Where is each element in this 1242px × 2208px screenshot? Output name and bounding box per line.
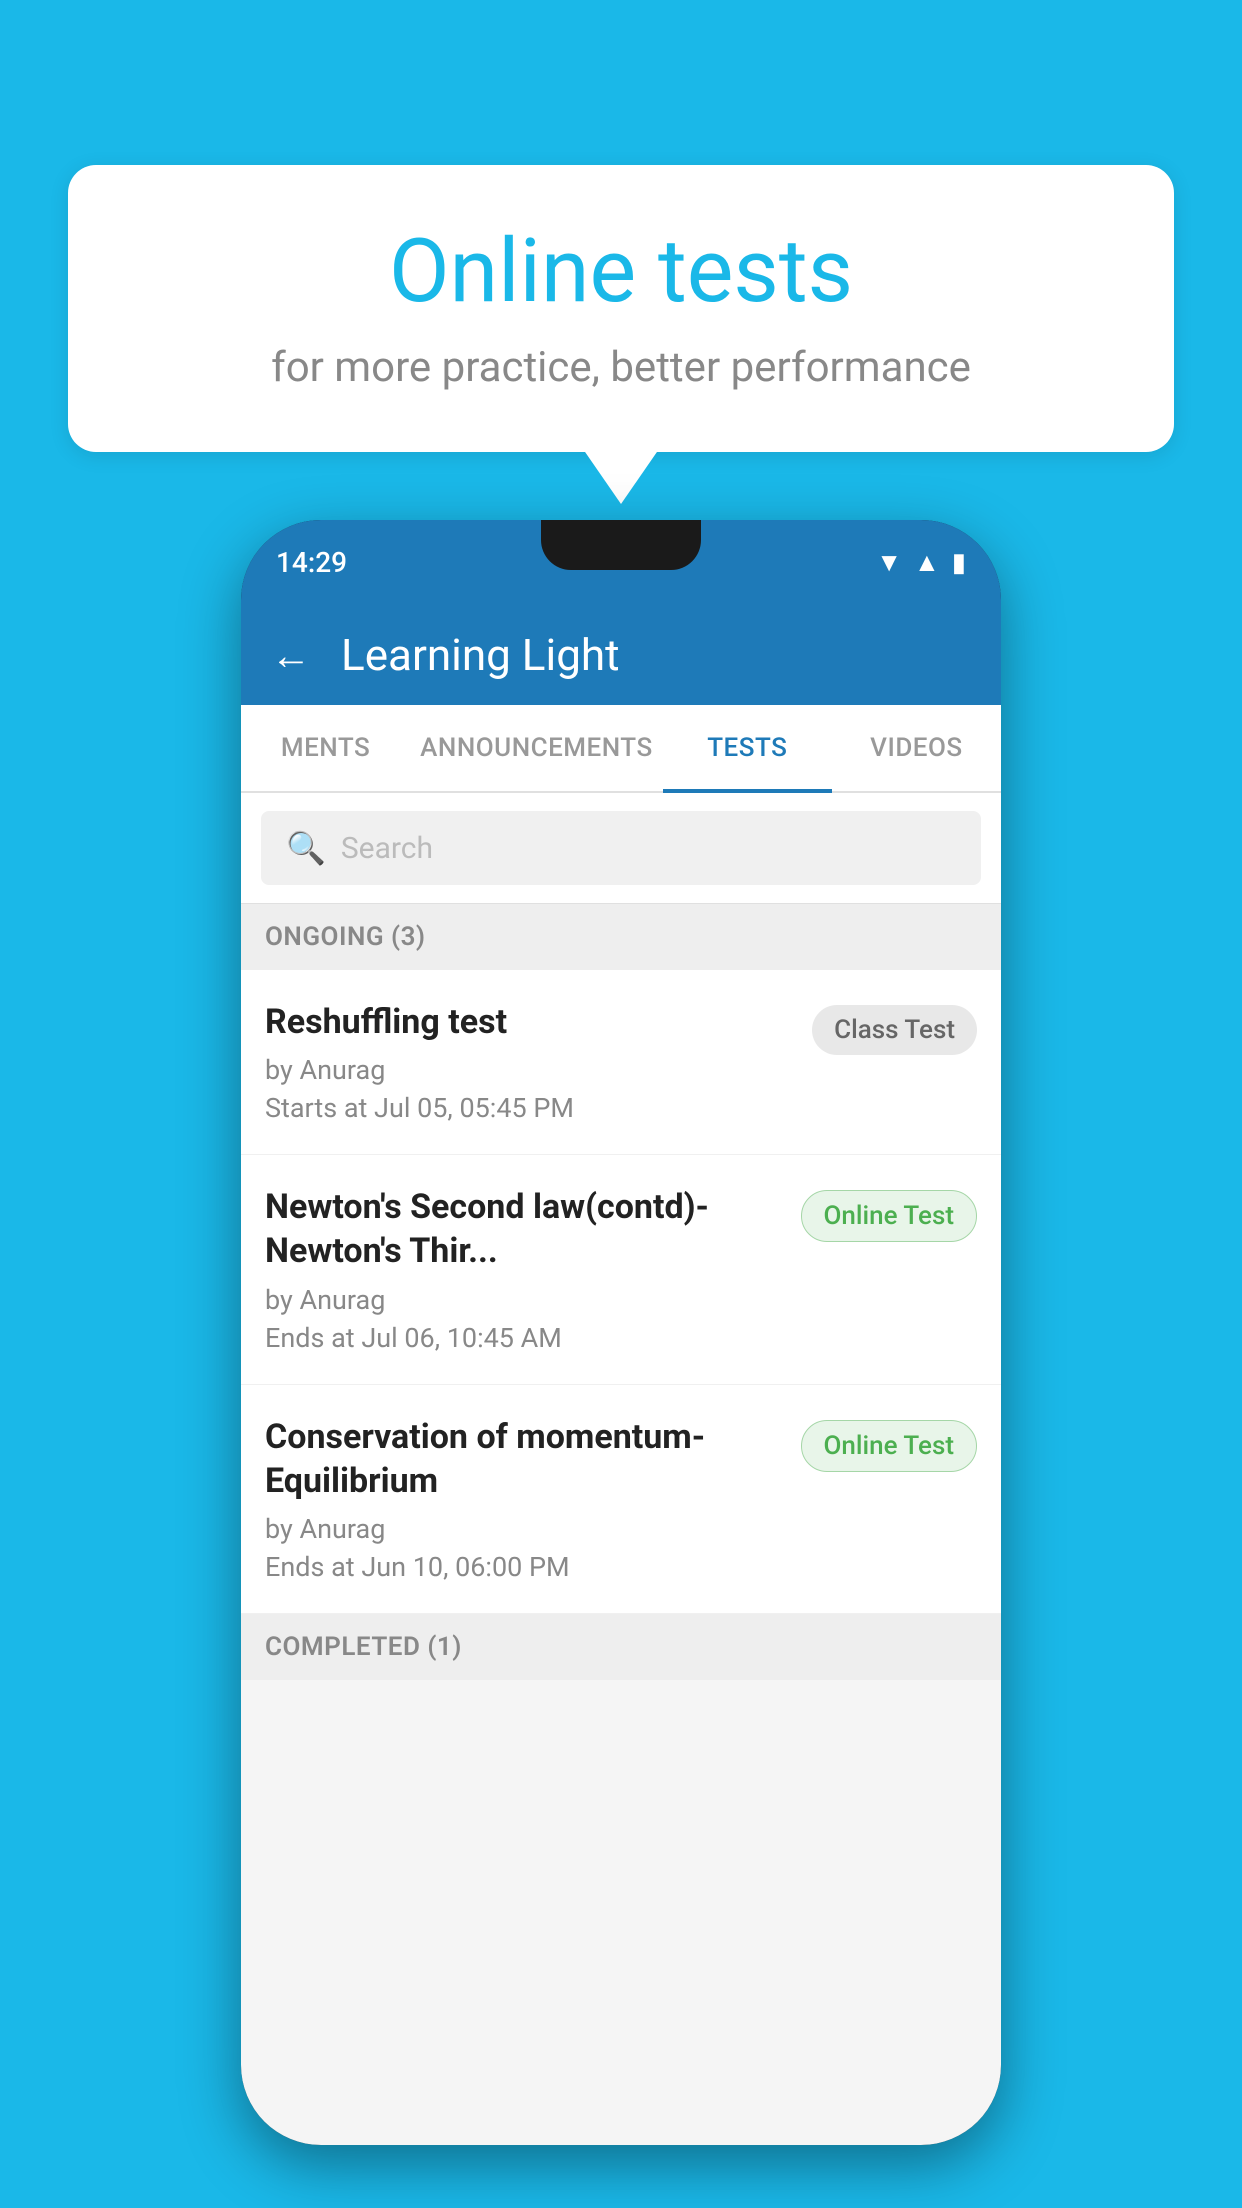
signal-icon: ▲ [914,547,940,578]
test-by: by Anurag [265,1054,797,1086]
phone-frame: 14:29 ▼ ▲ ▮ ← Learning Light MENTS [241,520,1001,2145]
test-date: Starts at Jul 05, 05:45 PM [265,1092,797,1124]
test-info: Newton's Second law(contd)-Newton's Thir… [265,1185,786,1353]
status-icons: ▼ ▲ ▮ [876,547,966,578]
search-bar[interactable]: 🔍 Search [261,811,981,885]
tab-videos[interactable]: VIDEOS [832,705,1001,791]
tab-tests[interactable]: TESTS [663,705,832,791]
test-item-reshuffling[interactable]: Reshuffling test by Anurag Starts at Jul… [241,970,1001,1155]
status-time: 14:29 [276,546,347,579]
ongoing-section-header: ONGOING (3) [241,904,1001,970]
test-name: Conservation of momentum-Equilibrium [265,1415,786,1503]
search-icon: 🔍 [286,829,326,867]
app-header: ← Learning Light [241,605,1001,705]
test-item-newton[interactable]: Newton's Second law(contd)-Newton's Thir… [241,1155,1001,1384]
test-date: Ends at Jun 10, 06:00 PM [265,1551,786,1583]
tabs-bar: MENTS ANNOUNCEMENTS TESTS VIDEOS [241,705,1001,793]
bubble-title: Online tests [128,220,1114,323]
search-placeholder: Search [341,831,433,866]
test-badge-class: Class Test [812,1005,977,1055]
test-item-conservation[interactable]: Conservation of momentum-Equilibrium by … [241,1385,1001,1614]
back-button[interactable]: ← [271,632,311,679]
battery-icon: ▮ [952,548,966,578]
test-badge-online-2: Online Test [801,1420,978,1472]
completed-section-header: COMPLETED (1) [241,1614,1001,1680]
test-badge-online: Online Test [801,1190,978,1242]
test-by: by Anurag [265,1284,786,1316]
tab-announcements[interactable]: ANNOUNCEMENTS [410,705,663,791]
bubble-subtitle: for more practice, better performance [128,343,1114,392]
test-name: Newton's Second law(contd)-Newton's Thir… [265,1185,786,1273]
app-content: ← Learning Light MENTS ANNOUNCEMENTS TES… [241,605,1001,2145]
app-title: Learning Light [341,629,620,681]
phone-screen: 14:29 ▼ ▲ ▮ ← Learning Light MENTS [241,520,1001,2145]
phone-mockup: 14:29 ▼ ▲ ▮ ← Learning Light MENTS [241,520,1001,2145]
test-info: Conservation of momentum-Equilibrium by … [265,1415,786,1583]
test-info: Reshuffling test by Anurag Starts at Jul… [265,1000,797,1124]
test-date: Ends at Jul 06, 10:45 AM [265,1322,786,1354]
test-name: Reshuffling test [265,1000,797,1044]
status-bar: 14:29 ▼ ▲ ▮ [241,520,1001,605]
test-by: by Anurag [265,1513,786,1545]
search-container: 🔍 Search [241,793,1001,904]
promo-bubble: Online tests for more practice, better p… [68,165,1174,452]
wifi-icon: ▼ [876,547,902,578]
tab-assignments[interactable]: MENTS [241,705,410,791]
